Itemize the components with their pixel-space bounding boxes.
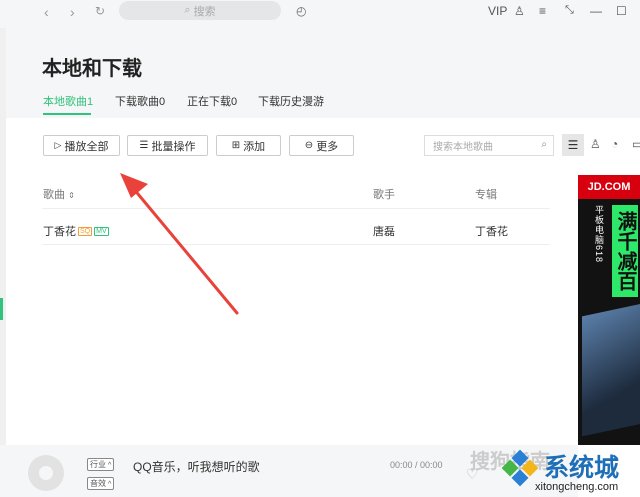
sidebar-active-indicator	[0, 298, 3, 320]
active-tab-indicator	[43, 113, 91, 115]
ad-slogan: 满千减百	[612, 205, 638, 297]
ad-banner[interactable]: JD.COM 平板电脑618 满千减百	[578, 175, 640, 445]
xitongcheng-url: xitongcheng.com	[535, 481, 619, 493]
local-search-placeholder: 搜索本地歌曲	[433, 142, 493, 153]
tab-download-history[interactable]: 下载历史漫游	[258, 93, 324, 109]
singer-column-header: 歌手	[373, 189, 395, 201]
play-all-label: 播放全部	[64, 140, 109, 153]
back-icon[interactable]: ‹	[44, 4, 49, 20]
effect-button[interactable]: 音效 ^	[87, 477, 115, 490]
ad-brand: JD.COM	[578, 175, 640, 199]
tab-downloaded-songs[interactable]: 下载歌曲0	[115, 93, 165, 109]
sidebar-edge	[0, 28, 6, 448]
singer-link[interactable]: 唐磊	[373, 223, 395, 239]
add-button[interactable]: ⊞ 添加	[216, 135, 281, 156]
maximize-icon[interactable]: ☐	[616, 4, 627, 18]
now-playing-text: QQ音乐，听我想听的歌	[133, 460, 260, 474]
vip-button[interactable]: VIP	[488, 4, 507, 18]
table-row[interactable]	[42, 214, 550, 244]
divider	[42, 208, 550, 209]
mv-badge[interactable]: MV	[94, 227, 109, 236]
search-icon: ⌕	[184, 4, 191, 16]
album-view-icon[interactable]: ◔	[611, 137, 618, 151]
album-link[interactable]: 丁香花	[475, 223, 508, 239]
xitongcheng-title: 系统城	[544, 454, 620, 482]
sort-icon: ⇕	[68, 191, 75, 200]
divider	[42, 244, 550, 245]
more-button[interactable]: ⊖ 更多	[289, 135, 354, 156]
song-title[interactable]: 丁香花 SQ MV	[43, 223, 109, 239]
tab-downloading[interactable]: 正在下载0	[187, 93, 237, 109]
search-input[interactable]: ⌕ 搜索	[119, 1, 281, 20]
folder-view-icon[interactable]: ▭	[632, 137, 640, 151]
add-label: 添加	[243, 140, 266, 153]
effect-label: 音效	[90, 479, 106, 488]
refresh-icon[interactable]: ↻	[95, 4, 105, 18]
ad-tablet-image	[582, 303, 640, 437]
local-search-input[interactable]: 搜索本地歌曲 ⌕	[424, 135, 554, 156]
batch-operation-button[interactable]: ☰ 批量操作	[127, 135, 208, 156]
singer-view-icon[interactable]: ♙	[590, 137, 601, 151]
more-icon: ⊖	[304, 140, 314, 151]
song-column-header[interactable]: 歌曲 ⇕	[43, 186, 75, 202]
list-view-icon[interactable]: ☰	[562, 134, 584, 156]
minimize-icon[interactable]: —	[590, 4, 602, 18]
play-icon: ▷	[54, 140, 62, 150]
lyric-label: 行业	[90, 460, 106, 469]
more-label: 更多	[316, 140, 339, 153]
search-placeholder: 搜索	[193, 5, 216, 18]
play-time: 00:00 / 00:00	[390, 460, 443, 470]
song-name: 丁香花	[43, 226, 76, 238]
forward-icon[interactable]: ›	[70, 4, 75, 20]
listen-icon[interactable]: ◴	[296, 4, 306, 18]
plus-icon: ⊞	[231, 140, 241, 151]
menu-icon[interactable]: ≡	[539, 4, 546, 18]
search-icon: ⌕	[541, 139, 547, 150]
batch-label: 批量操作	[151, 140, 196, 153]
tab-local-songs[interactable]: 本地歌曲1	[43, 93, 93, 109]
album-cover[interactable]	[28, 455, 64, 491]
checklist-icon: ☰	[139, 140, 149, 151]
play-all-button[interactable]: ▷ 播放全部	[43, 135, 120, 156]
album-column-header: 专辑	[475, 189, 497, 201]
song-header-label: 歌曲	[43, 189, 65, 201]
ad-subtitle: 平板电脑618	[594, 205, 604, 264]
skin-icon[interactable]: ♙	[514, 4, 525, 18]
page-title: 本地和下载	[42, 58, 142, 80]
mini-mode-icon[interactable]: ⤡	[565, 4, 574, 17]
sq-badge: SQ	[78, 227, 93, 236]
lyric-button[interactable]: 行业 ^	[87, 458, 115, 471]
